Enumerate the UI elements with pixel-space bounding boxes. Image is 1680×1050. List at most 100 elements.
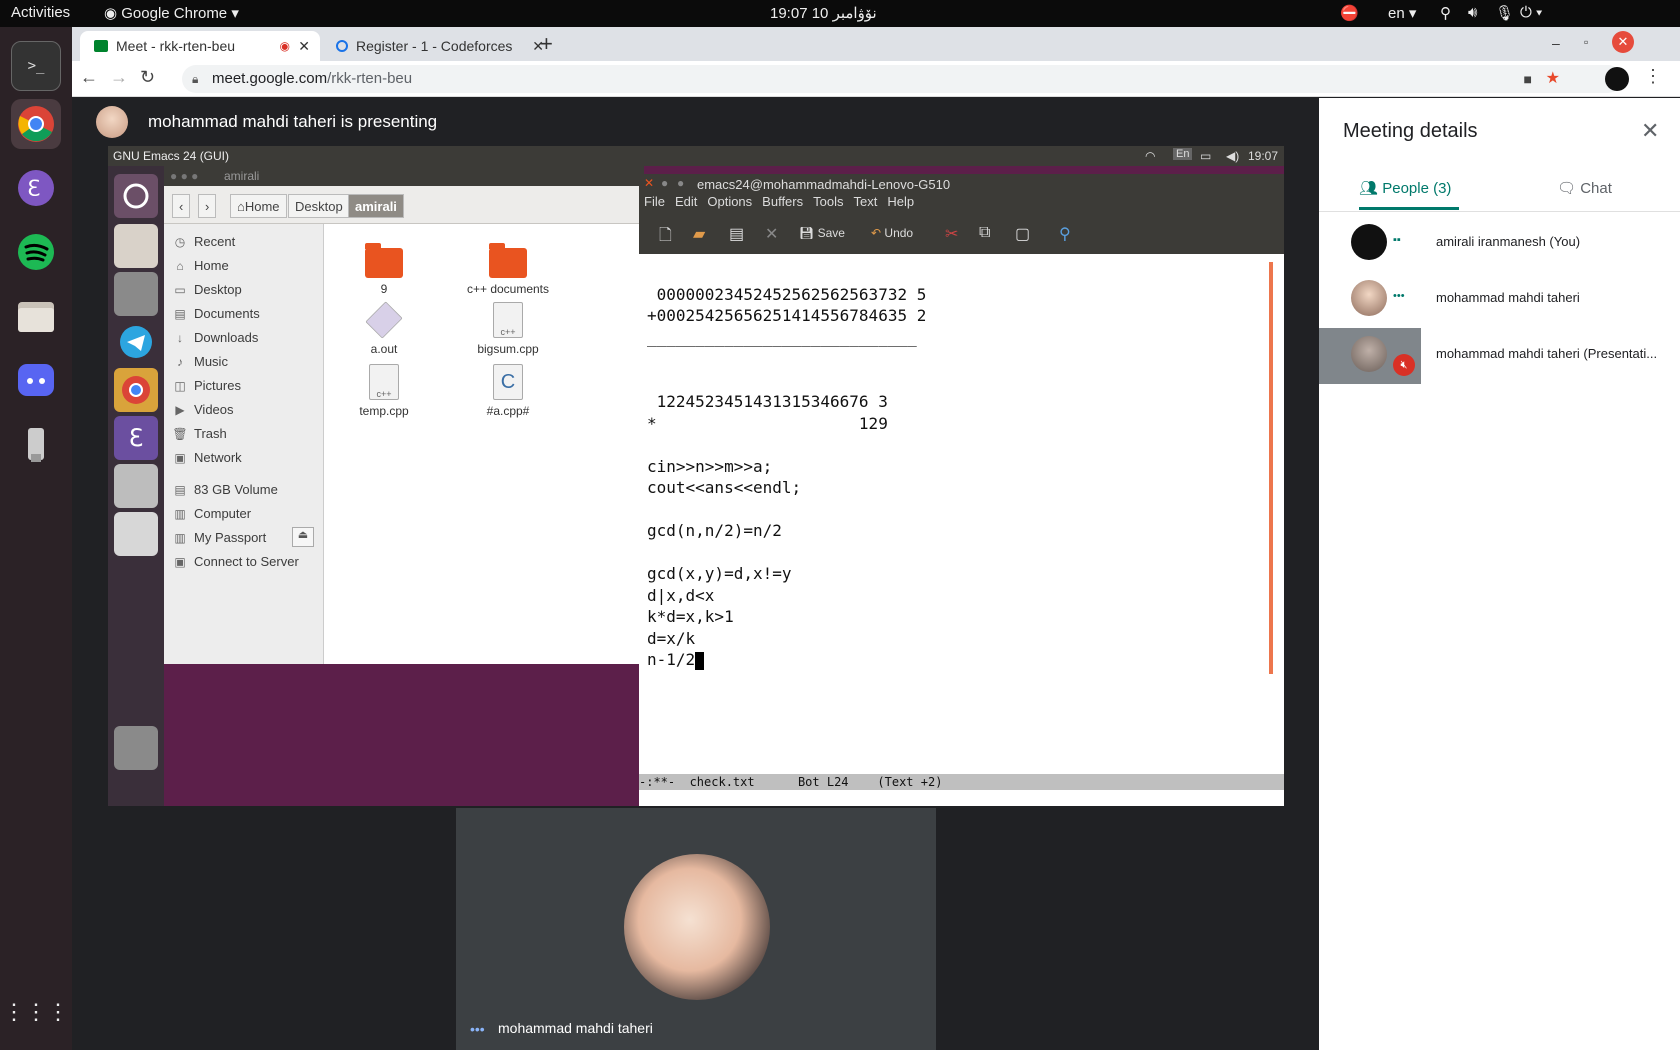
- tab-people[interactable]: 👥︎ People (3): [1359, 168, 1459, 210]
- participant-row[interactable]: ▪▪ amirali iranmanesh (You): [1319, 216, 1680, 272]
- menu-edit[interactable]: Edit: [675, 194, 697, 209]
- buffer-line: k*d=x,k>1: [647, 607, 734, 626]
- eject-icon[interactable]: ⏏: [292, 527, 314, 547]
- sidebar-item-pictures[interactable]: ◫ Pictures: [172, 378, 241, 393]
- participant-row[interactable]: 🔇︎ mohammad mahdi taheri (Presentati...: [1319, 328, 1680, 384]
- search-icon[interactable]: ⚲: [1059, 224, 1071, 244]
- spotify-icon[interactable]: [11, 227, 61, 277]
- maximize-icon[interactable]: ●: [677, 176, 684, 190]
- sidebar-item-trash[interactable]: 🗑︎ Trash: [172, 426, 226, 441]
- file-item[interactable]: c++ documents: [460, 243, 556, 296]
- wifi-icon[interactable]: ⚲: [1440, 4, 1451, 22]
- crumb-amirali[interactable]: amirali: [348, 194, 404, 218]
- volume-icon[interactable]: 🔊︎: [1468, 4, 1477, 21]
- file-item[interactable]: c++ temp.cpp: [336, 364, 432, 418]
- chrome-icon[interactable]: [11, 99, 61, 149]
- cut-icon[interactable]: ✂: [945, 224, 958, 244]
- usb-drive-icon[interactable]: [11, 419, 61, 469]
- sidebar-item-desktop[interactable]: ▭ Desktop: [172, 282, 241, 297]
- tab-meet[interactable]: Meet - rkk-rten-beu ◉ ✕: [80, 31, 320, 61]
- profile-avatar[interactable]: [1605, 67, 1629, 91]
- participant-row[interactable]: ••• mohammad mahdi taheri: [1319, 272, 1680, 328]
- crumb-home[interactable]: ⌂Home: [230, 194, 287, 218]
- sidebar-item-my-passport[interactable]: ▥ My Passport: [172, 530, 266, 545]
- menu-help[interactable]: Help: [887, 194, 914, 209]
- maximize-icon[interactable]: ▫: [1584, 35, 1588, 49]
- activities-button[interactable]: Activities: [11, 4, 70, 21]
- buffer-line: * 129: [647, 413, 888, 433]
- language-indicator[interactable]: en ▾: [1388, 4, 1416, 22]
- sidebar-item-home[interactable]: ⌂ Home: [172, 258, 228, 273]
- file-item[interactable]: a.out: [336, 301, 432, 356]
- participant-name: amirali iranmanesh (You): [1436, 234, 1581, 249]
- paste-icon[interactable]: ▢: [1015, 224, 1030, 244]
- copy-icon[interactable]: ⧉: [979, 224, 990, 242]
- forward-icon[interactable]: →: [110, 67, 128, 88]
- show-apps-icon[interactable]: ⋮⋮⋮: [3, 987, 69, 1037]
- menu-file[interactable]: File: [644, 194, 665, 209]
- undo-button[interactable]: ↶ Undo: [871, 226, 913, 240]
- discord-icon[interactable]: [11, 355, 61, 405]
- crumb-desktop[interactable]: Desktop: [288, 194, 350, 218]
- close-tab-icon[interactable]: ✕: [298, 38, 310, 55]
- file-item[interactable]: C #a.cpp#: [460, 364, 556, 418]
- meet-favicon-icon: [94, 40, 108, 52]
- window-title: emacs24@mohammadmahdi-Lenovo-G510: [697, 177, 951, 192]
- menu-text[interactable]: Text: [853, 194, 877, 209]
- close-icon[interactable]: ✕: [1641, 118, 1659, 144]
- buffer-line: [647, 542, 1267, 564]
- divider: [1319, 211, 1680, 212]
- trash-icon: [114, 726, 158, 770]
- places-sidebar: ◷ Recent ⌂ Home ▭ Desktop ▤ Documents ↓ Downl…: [164, 224, 324, 664]
- sidebar-item-network[interactable]: ▣ Network: [172, 450, 241, 465]
- mic-icon[interactable]: 🎙︎: [1495, 4, 1514, 22]
- sidebar-item-computer[interactable]: ▥ Computer: [172, 506, 251, 521]
- new-file-icon[interactable]: 🗋︎: [659, 224, 672, 251]
- app-menu[interactable]: ◉ Google Chrome ▾: [104, 4, 239, 22]
- participant-tile[interactable]: ••• mohammad mahdi taheri: [456, 808, 936, 1050]
- do-not-disturb-icon[interactable]: ⛔: [1340, 4, 1359, 22]
- close-window-icon[interactable]: ✕: [1612, 31, 1634, 53]
- new-tab-icon[interactable]: +: [540, 31, 553, 57]
- file-item[interactable]: 9: [336, 243, 432, 296]
- dired-icon[interactable]: ▤: [729, 224, 744, 244]
- sidebar-item-documents[interactable]: ▤ Documents: [172, 306, 259, 321]
- bookmark-star-icon[interactable]: ★: [1546, 65, 1560, 93]
- files-icon[interactable]: [11, 291, 61, 341]
- menu-tools[interactable]: Tools: [813, 194, 843, 209]
- terminal-icon[interactable]: >_: [11, 41, 61, 91]
- sidebar-item-volume[interactable]: ▤ 83 GB Volume: [172, 482, 278, 497]
- camera-icon[interactable]: ■: [1524, 65, 1532, 93]
- emacs-buffer[interactable]: 00000023452452562562563732 5 +00025425656…: [647, 262, 1267, 671]
- back-icon[interactable]: ‹: [172, 194, 191, 218]
- minimize-icon[interactable]: –: [1552, 35, 1560, 51]
- address-bar[interactable]: 🔒︎ meet.google.com/rkk-rten-beu ■ ★: [182, 65, 1622, 93]
- sidebar-item-recent[interactable]: ◷ Recent: [172, 234, 235, 249]
- reload-icon[interactable]: ↻: [140, 67, 155, 88]
- sidebar-item-downloads[interactable]: ↓ Downloads: [172, 330, 258, 345]
- tab-codeforces[interactable]: Register - 1 - Codeforces ✕: [322, 31, 552, 61]
- menu-options[interactable]: Options: [707, 194, 752, 209]
- tab-chat[interactable]: 🗨︎ Chat: [1557, 168, 1612, 210]
- close-icon[interactable]: ✕: [644, 176, 654, 190]
- sidebar-item-videos[interactable]: ▶ Videos: [172, 402, 233, 417]
- clock[interactable]: 19:07 10 نۆۋامبر: [770, 4, 877, 22]
- power-icon[interactable]: ⏻ ▾: [1520, 4, 1542, 21]
- close-buffer-icon[interactable]: ✕: [765, 224, 778, 244]
- minimize-icon[interactable]: ●: [661, 176, 668, 190]
- emacs-icon[interactable]: ℇ: [11, 163, 61, 213]
- forward-icon[interactable]: ›: [198, 194, 217, 218]
- menu-buffers[interactable]: Buffers: [762, 194, 803, 209]
- menu-kebab-icon[interactable]: ⋮: [1644, 66, 1662, 87]
- scrollbar[interactable]: [1269, 262, 1273, 674]
- open-file-icon[interactable]: ▰: [693, 224, 705, 244]
- presenter-avatar: [96, 106, 128, 138]
- buffer-line: ____________________________: [647, 327, 917, 347]
- folder-icon: [365, 243, 403, 278]
- sidebar-item-connect-server[interactable]: ▣ Connect to Server: [172, 554, 298, 569]
- file-manager-window: ● ● ● amirali ‹ › ⌂Home Desktop amirali …: [164, 166, 644, 664]
- save-button[interactable]: 💾︎ Save: [799, 226, 845, 240]
- sidebar-item-music[interactable]: ♪ Music: [172, 354, 228, 369]
- file-item[interactable]: c++ bigsum.cpp: [460, 302, 556, 356]
- back-icon[interactable]: ←: [80, 67, 98, 88]
